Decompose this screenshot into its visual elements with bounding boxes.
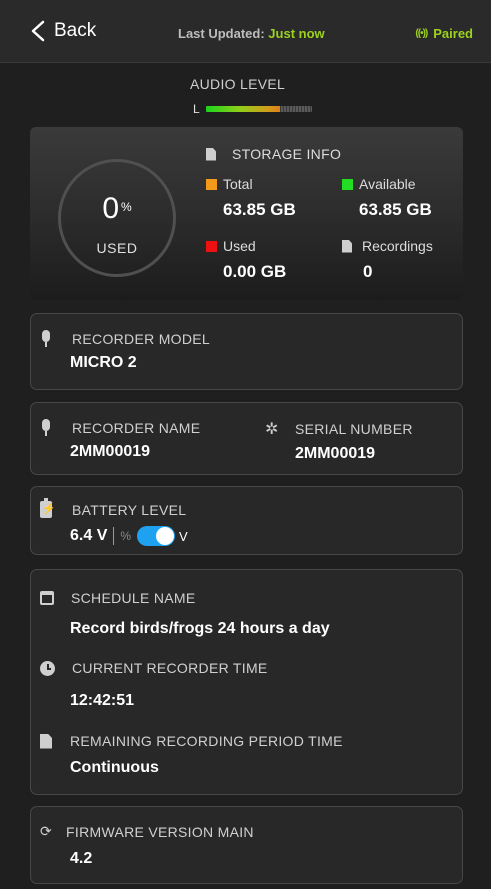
battery-level-value: 6.4 V	[70, 527, 108, 544]
audio-level-fill	[205, 106, 280, 112]
used-percent-value: 0	[102, 192, 119, 225]
recordings-label: Recordings	[362, 238, 433, 254]
used-percent: 0%	[61, 192, 173, 226]
audio-level-meter	[205, 106, 312, 112]
recorder-model-label: RECORDER MODEL	[72, 331, 210, 347]
current-time-value: 12:42:51	[70, 692, 135, 709]
recorder-name-serial-card: RECORDER NAME 2MM00019 ✲ SERIAL NUMBER 2M…	[30, 402, 463, 475]
microphone-icon	[40, 419, 52, 437]
chevron-left-icon	[31, 20, 45, 42]
storage-available: Available 63.85 GB	[342, 176, 432, 220]
battery-level-field: ⚡ BATTERY LEVEL 6.4 V % V	[40, 498, 188, 546]
recorder-model-card: RECORDER MODEL MICRO 2	[30, 313, 463, 390]
paired-label: Paired	[433, 26, 473, 41]
current-time-field: CURRENT RECORDER TIME 12:42:51	[40, 660, 268, 710]
remaining-period-label: REMAINING RECORDING PERIOD TIME	[70, 733, 343, 749]
used-caption: USED	[96, 240, 138, 256]
battery-level-label: BATTERY LEVEL	[72, 501, 187, 518]
current-time-label: CURRENT RECORDER TIME	[72, 660, 268, 676]
storage-info-title: STORAGE INFO	[206, 146, 341, 162]
storage-total: Total 63.85 GB	[206, 176, 296, 220]
last-updated: Last Updated: Just now	[178, 26, 325, 41]
firmware-version-label: FIRMWARE VERSION MAIN	[66, 823, 254, 840]
recorder-name-label: RECORDER NAME	[72, 420, 201, 436]
battery-unit-divider	[113, 527, 115, 545]
percent-unit-label: %	[120, 529, 132, 543]
storage-info-label: STORAGE INFO	[232, 146, 342, 162]
top-bar: Back Last Updated: Just now ((•)) Paired	[0, 0, 491, 63]
serial-number-field: ✲ SERIAL NUMBER 2MM00019	[265, 419, 413, 463]
serial-number-value: 2MM00019	[295, 445, 376, 462]
recorder-model-field: RECORDER MODEL MICRO 2	[40, 330, 210, 372]
recorder-name-value: 2MM00019	[70, 443, 151, 460]
remaining-period-value: Continuous	[70, 759, 159, 776]
storage-used-gauge: 0% USED	[58, 159, 176, 277]
storage-info-panel: 0% USED STORAGE INFO Total 63.85 GB Avai…	[30, 127, 463, 300]
recordings-file-icon	[342, 239, 352, 253]
toggle-knob	[156, 527, 175, 545]
schedule-card: SCHEDULE NAME Record birds/frogs 24 hour…	[30, 569, 463, 795]
serial-number-label: SERIAL NUMBER	[295, 421, 413, 437]
firmware-version-value: 4.2	[70, 850, 93, 867]
schedule-name-value: Record birds/frogs 24 hours a day	[70, 620, 330, 637]
recordings-value: 0	[363, 262, 373, 281]
microphone-icon	[40, 330, 52, 348]
sync-icon: ⟳	[40, 823, 53, 839]
battery-level-card: ⚡ BATTERY LEVEL 6.4 V % V	[30, 486, 463, 555]
gear-icon: ✲	[265, 421, 279, 438]
back-button[interactable]: Back	[30, 20, 96, 42]
schedule-name-label: SCHEDULE NAME	[71, 590, 196, 606]
remaining-period-field: REMAINING RECORDING PERIOD TIME Continuo…	[40, 733, 343, 777]
calendar-icon	[40, 591, 54, 605]
clock-icon	[40, 660, 55, 676]
audio-channel-label: L	[193, 102, 200, 116]
recorder-name-field: RECORDER NAME 2MM00019	[40, 419, 200, 461]
broadcast-icon: ((•))	[415, 28, 428, 39]
file-icon	[206, 147, 216, 161]
available-value: 63.85 GB	[359, 200, 432, 219]
percent-sign: %	[121, 200, 132, 214]
audio-level-title: AUDIO LEVEL	[190, 76, 286, 92]
firmware-card: ⟳ FIRMWARE VERSION MAIN 4.2	[30, 806, 463, 884]
available-color-swatch	[342, 178, 353, 190]
storage-used: Used 0.00 GB	[206, 238, 286, 282]
back-label: Back	[54, 20, 97, 41]
battery-value-row: 6.4 V % V	[70, 526, 188, 546]
storage-recordings: Recordings 0	[342, 238, 433, 282]
document-clock-icon	[40, 733, 52, 749]
paired-status: ((•)) Paired	[415, 26, 473, 41]
last-updated-label: Last Updated:	[178, 26, 265, 41]
used-value: 0.00 GB	[223, 262, 287, 281]
schedule-name-field: SCHEDULE NAME Record birds/frogs 24 hour…	[40, 590, 330, 638]
total-label: Total	[223, 176, 253, 192]
available-label: Available	[359, 176, 416, 192]
firmware-version-field: ⟳ FIRMWARE VERSION MAIN 4.2	[40, 823, 254, 868]
volt-unit-label: V	[179, 528, 188, 544]
battery-charging-icon: ⚡	[40, 498, 56, 518]
used-item-label: Used	[223, 238, 256, 254]
recorder-model-value: MICRO 2	[70, 354, 137, 371]
audio-level-meter-row: L	[193, 102, 312, 116]
total-color-swatch	[206, 178, 217, 190]
total-value: 63.85 GB	[223, 200, 296, 219]
battery-unit-toggle[interactable]	[137, 526, 176, 546]
last-updated-value: Just now	[268, 26, 325, 41]
used-color-swatch	[206, 240, 217, 252]
